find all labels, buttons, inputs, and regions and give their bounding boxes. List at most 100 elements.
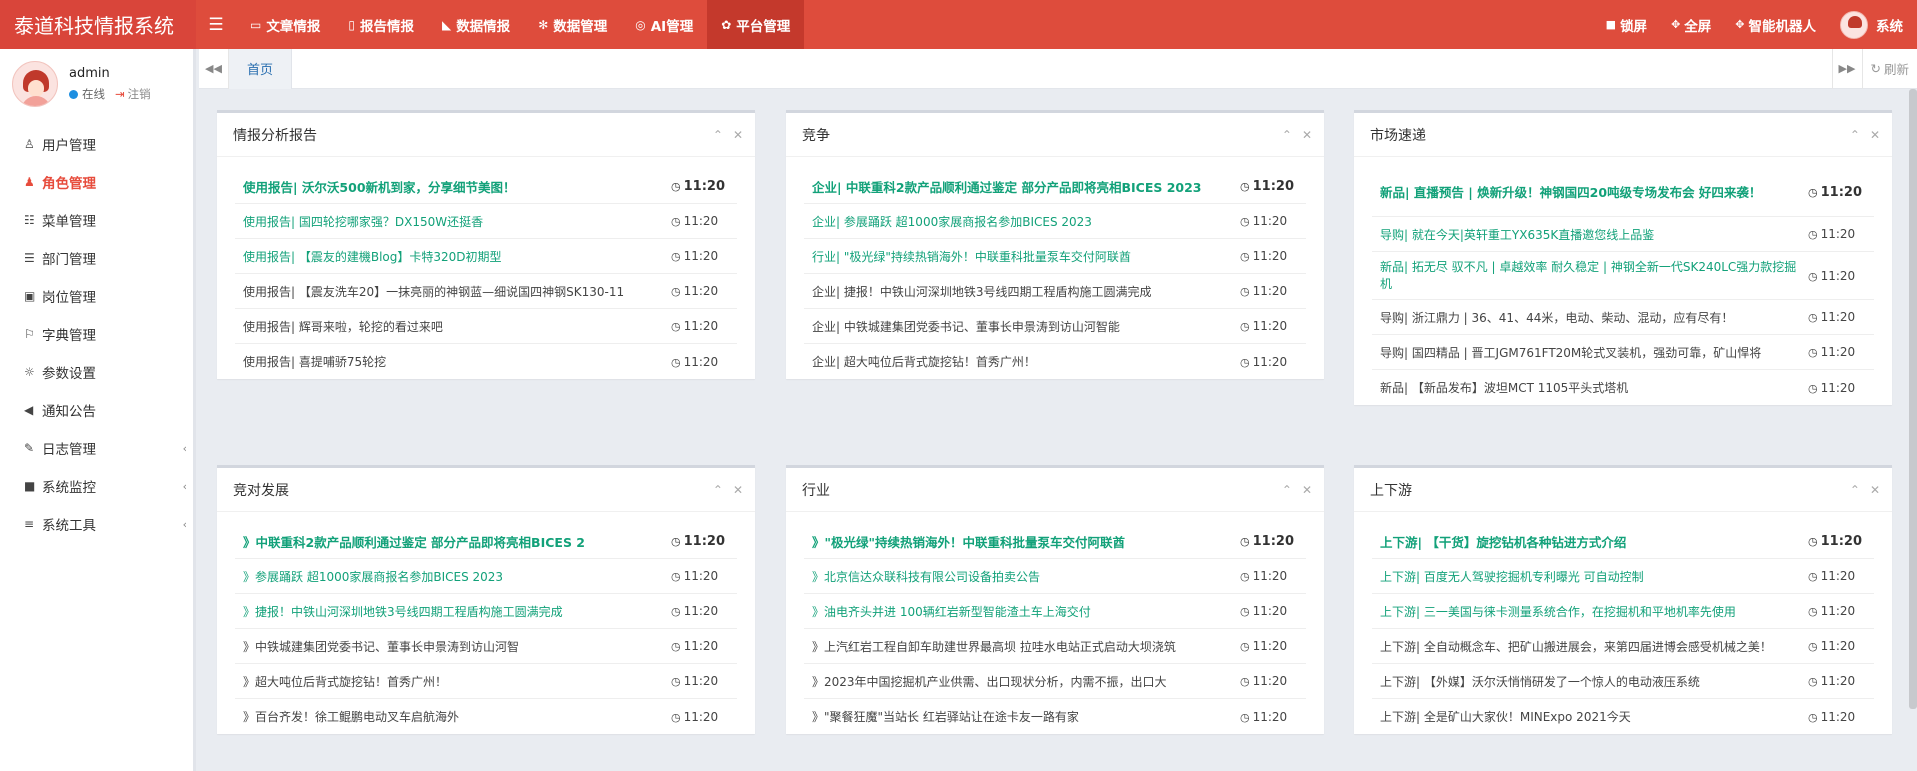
- list-item[interactable]: 上下游| 全自动概念车、把矿山搬进展会，来第四届进博会感受机械之美！ ◷ 11:20: [1372, 629, 1874, 664]
- item-title[interactable]: 》"聚餐狂魔"当站长 红岩驿站让在途卡友一路有家: [812, 708, 1240, 725]
- list-item[interactable]: 上下游| 【干货】旋挖钻机各种钻进方式介绍 ◷ 11:20: [1372, 524, 1874, 559]
- list-item[interactable]: 行业| "极光绿"持续热销海外！中联重科批量泵车交付阿联酋 ◷ 11:20: [804, 239, 1306, 274]
- close-icon[interactable]: ✕: [1870, 128, 1880, 142]
- list-item[interactable]: 》2023年中国挖掘机产业供需、出口现状分析，内需不振，出口大 ◷ 11:20: [804, 664, 1306, 699]
- item-title[interactable]: 使用报告| 国四轮挖哪家强？DX150W还挺香: [243, 213, 671, 230]
- list-item[interactable]: 上下游| 全是矿山大家伙！MINExpo 2021今天 ◷ 11:20: [1372, 699, 1874, 734]
- item-title[interactable]: 使用报告| 【震友的建機Blog】卡特320D初期型: [243, 248, 671, 265]
- list-item[interactable]: 企业| 参展踊跃 超1000家展商报名参加BICES 2023 ◷ 11:20: [804, 204, 1306, 239]
- list-item[interactable]: 使用报告| 【震友的建機Blog】卡特320D初期型 ◷ 11:20: [235, 239, 737, 274]
- list-item[interactable]: 》油电齐头并进 100辆红岩新型智能渣土车上海交付 ◷ 11:20: [804, 594, 1306, 629]
- item-title[interactable]: 行业| "极光绿"持续热销海外！中联重科批量泵车交付阿联酋: [812, 248, 1240, 265]
- tab-scroll-left-icon[interactable]: ◀◀: [199, 48, 229, 89]
- list-item[interactable]: 新品| 拓无尽 驭不凡 | 卓越效率 耐久稳定 | 神钢全新一代SK240LC强…: [1372, 252, 1874, 300]
- nav-platform-manage[interactable]: ✿ 平台管理: [707, 0, 805, 49]
- sidebar-item-notice[interactable]: ◀ 通知公告: [0, 391, 193, 429]
- item-title[interactable]: 》中联重科2款产品顺利通过鉴定 部分产品即将亮相BICES 2: [243, 532, 671, 551]
- item-title[interactable]: 》超大吨位后背式旋挖钻！首秀广州！: [243, 673, 671, 690]
- item-title[interactable]: 导购| 浙江鼎力 | 36、41、44米，电动、柴动、混动，应有尽有！: [1380, 309, 1808, 326]
- list-item[interactable]: 使用报告| 国四轮挖哪家强？DX150W还挺香 ◷ 11:20: [235, 204, 737, 239]
- tab-home[interactable]: 首页: [229, 48, 293, 89]
- item-title[interactable]: 新品| 拓无尽 驭不凡 | 卓越效率 耐久稳定 | 神钢全新一代SK240LC强…: [1380, 259, 1808, 293]
- item-title[interactable]: 上下游| 【干货】旋挖钻机各种钻进方式介绍: [1380, 532, 1808, 551]
- list-item[interactable]: 导购| 浙江鼎力 | 36、41、44米，电动、柴动、混动，应有尽有！ ◷ 11:2…: [1372, 300, 1874, 335]
- sidebar-item-role-manage[interactable]: ♟ 角色管理: [0, 163, 193, 201]
- sidebar-item-log-manage[interactable]: ✎ 日志管理 ‹: [0, 429, 193, 467]
- item-title[interactable]: 导购| 就在今天|英轩重工YX635K直播邀您线上品鉴: [1380, 226, 1808, 243]
- list-item[interactable]: 上下游| 【外媒】沃尔沃悄悄研发了一个惊人的电动液压系统 ◷ 11:20: [1372, 664, 1874, 699]
- sidebar-item-system-monitor[interactable]: ■ 系统监控 ‹: [0, 467, 193, 505]
- item-title[interactable]: 企业| 中铁城建集团党委书记、董事长申景涛到访山河智能: [812, 318, 1240, 335]
- list-item[interactable]: 新品| 【新品发布】波坦MCT 1105平头式塔机 ◷ 11:20: [1372, 370, 1874, 405]
- item-title[interactable]: 》捷报！中铁山河深圳地铁3号线四期工程盾构施工圆满完成: [243, 603, 671, 620]
- item-title[interactable]: 上下游| 全是矿山大家伙！MINExpo 2021今天: [1380, 708, 1808, 725]
- item-title[interactable]: 新品| 直播预告 | 焕新升级！神钢国四20吨级专场发布会 好四来袭！: [1380, 184, 1808, 201]
- item-title[interactable]: 上下游| 全自动概念车、把矿山搬进展会，来第四届进博会感受机械之美！: [1380, 638, 1808, 655]
- close-icon[interactable]: ✕: [733, 128, 743, 142]
- item-title[interactable]: 》"极光绿"持续热销海外！中联重科批量泵车交付阿联酋: [812, 532, 1240, 551]
- list-item[interactable]: 使用报告| 辉哥来啦，轮挖的看过来吧 ◷ 11:20: [235, 309, 737, 344]
- nav-article-intel[interactable]: ▭ 文章情报: [236, 0, 334, 49]
- menu-toggle-icon[interactable]: ☰: [196, 0, 236, 49]
- sidebar-item-user-manage[interactable]: ♙ 用户管理: [0, 125, 193, 163]
- logout-link[interactable]: ⇥ 注销: [115, 86, 151, 102]
- close-icon[interactable]: ✕: [1302, 483, 1312, 497]
- item-title[interactable]: 上下游| 百度无人驾驶挖掘机专利曝光 可自动控制: [1380, 568, 1808, 585]
- collapse-icon[interactable]: ⌃: [713, 128, 723, 142]
- list-item[interactable]: 企业| 中联重科2款产品顺利通过鉴定 部分产品即将亮相BICES 2023 ◷ 11…: [804, 169, 1306, 204]
- item-title[interactable]: 》油电齐头并进 100辆红岩新型智能渣土车上海交付: [812, 603, 1240, 620]
- close-icon[interactable]: ✕: [1302, 128, 1312, 142]
- list-item[interactable]: 》超大吨位后背式旋挖钻！首秀广州！ ◷ 11:20: [235, 664, 737, 699]
- item-title[interactable]: 》上汽红岩工程自卸车助建世界最高坝 拉哇水电站正式启动大坝浇筑: [812, 638, 1240, 655]
- collapse-icon[interactable]: ⌃: [1282, 128, 1292, 142]
- item-title[interactable]: 》北京信达众联科技有限公司设备拍卖公告: [812, 568, 1240, 585]
- nav-data-manage[interactable]: ✻ 数据管理: [524, 0, 621, 49]
- item-title[interactable]: 企业| 中联重科2款产品顺利通过鉴定 部分产品即将亮相BICES 2023: [812, 177, 1240, 196]
- lock-screen-button[interactable]: ■ 锁屏: [1594, 15, 1659, 35]
- scrollbar[interactable]: [1909, 89, 1917, 709]
- robot-button[interactable]: ✥ 智能机器人: [1723, 15, 1828, 35]
- item-title[interactable]: 》参展踊跃 超1000家展商报名参加BICES 2023: [243, 568, 671, 585]
- list-item[interactable]: 》上汽红岩工程自卸车助建世界最高坝 拉哇水电站正式启动大坝浇筑 ◷ 11:20: [804, 629, 1306, 664]
- item-title[interactable]: 企业| 参展踊跃 超1000家展商报名参加BICES 2023: [812, 213, 1240, 230]
- list-item[interactable]: 》中联重科2款产品顺利通过鉴定 部分产品即将亮相BICES 2 ◷ 11:20: [235, 524, 737, 559]
- list-item[interactable]: 使用报告| 【震友洗车20】一抹亮丽的神钢蓝—细说国四神钢SK130-11 ◷ 11…: [235, 274, 737, 309]
- refresh-button[interactable]: ↻ 刷新: [1861, 48, 1917, 89]
- close-icon[interactable]: ✕: [1870, 483, 1880, 497]
- list-item[interactable]: 导购| 国四精品 | 晋工JGM761FT20M轮式叉装机，强劲可靠，矿山悍将 ◷…: [1372, 335, 1874, 370]
- list-item[interactable]: 》参展踊跃 超1000家展商报名参加BICES 2023 ◷ 11:20: [235, 559, 737, 594]
- item-title[interactable]: 使用报告| 沃尔沃500新机到家，分享细节美图！: [243, 177, 671, 196]
- sidebar-item-menu-manage[interactable]: ☷ 菜单管理: [0, 201, 193, 239]
- list-item[interactable]: 上下游| 百度无人驾驶挖掘机专利曝光 可自动控制 ◷ 11:20: [1372, 559, 1874, 594]
- list-item[interactable]: 》"聚餐狂魔"当站长 红岩驿站让在途卡友一路有家 ◷ 11:20: [804, 699, 1306, 734]
- item-title[interactable]: 使用报告| 辉哥来啦，轮挖的看过来吧: [243, 318, 671, 335]
- list-item[interactable]: 》中铁城建集团党委书记、董事长申景涛到访山河智 ◷ 11:20: [235, 629, 737, 664]
- sidebar-item-post-manage[interactable]: ▣ 岗位管理: [0, 277, 193, 315]
- list-item[interactable]: 》北京信达众联科技有限公司设备拍卖公告 ◷ 11:20: [804, 559, 1306, 594]
- list-item[interactable]: 使用报告| 沃尔沃500新机到家，分享细节美图！ ◷ 11:20: [235, 169, 737, 204]
- list-item[interactable]: 企业| 捷报！中铁山河深圳地铁3号线四期工程盾构施工圆满完成 ◷ 11:20: [804, 274, 1306, 309]
- list-item[interactable]: 使用报告| 喜提哺骄75轮挖 ◷ 11:20: [235, 344, 737, 379]
- user-menu[interactable]: 系统: [1828, 10, 1917, 39]
- fullscreen-button[interactable]: ✥ 全屏: [1659, 15, 1723, 35]
- app-title[interactable]: 泰道科技情报系统: [0, 0, 196, 49]
- item-title[interactable]: 》中铁城建集团党委书记、董事长申景涛到访山河智: [243, 638, 671, 655]
- collapse-icon[interactable]: ⌃: [1850, 483, 1860, 497]
- list-item[interactable]: 》"极光绿"持续热销海外！中联重科批量泵车交付阿联酋 ◷ 11:20: [804, 524, 1306, 559]
- item-title[interactable]: 企业| 捷报！中铁山河深圳地铁3号线四期工程盾构施工圆满完成: [812, 283, 1240, 300]
- collapse-icon[interactable]: ⌃: [1850, 128, 1860, 142]
- tab-scroll-right-icon[interactable]: ▶▶: [1831, 48, 1862, 89]
- nav-ai-manage[interactable]: ◎ AI管理: [621, 0, 707, 49]
- item-title[interactable]: 新品| 【新品发布】波坦MCT 1105平头式塔机: [1380, 379, 1808, 396]
- list-item[interactable]: 》百台齐发！徐工鲲鹏电动叉车启航海外 ◷ 11:20: [235, 699, 737, 734]
- item-title[interactable]: 上下游| 【外媒】沃尔沃悄悄研发了一个惊人的电动液压系统: [1380, 673, 1808, 690]
- list-item[interactable]: 企业| 超大吨位后背式旋挖钻！首秀广州！ ◷ 11:20: [804, 344, 1306, 379]
- sidebar-item-system-tools[interactable]: ≡ 系统工具 ‹: [0, 505, 193, 543]
- item-title[interactable]: 使用报告| 【震友洗车20】一抹亮丽的神钢蓝—细说国四神钢SK130-11: [243, 283, 671, 300]
- item-title[interactable]: 》百台齐发！徐工鲲鹏电动叉车启航海外: [243, 708, 671, 725]
- sidebar-item-param-settings[interactable]: ☼ 参数设置: [0, 353, 193, 391]
- list-item[interactable]: 新品| 直播预告 | 焕新升级！神钢国四20吨级专场发布会 好四来袭！ ◷ 11:2…: [1372, 169, 1874, 217]
- list-item[interactable]: 》捷报！中铁山河深圳地铁3号线四期工程盾构施工圆满完成 ◷ 11:20: [235, 594, 737, 629]
- list-item[interactable]: 上下游| 三一美国与徕卡测量系统合作，在挖掘机和平地机率先使用 ◷ 11:20: [1372, 594, 1874, 629]
- nav-report-intel[interactable]: ▯ 报告情报: [334, 0, 428, 49]
